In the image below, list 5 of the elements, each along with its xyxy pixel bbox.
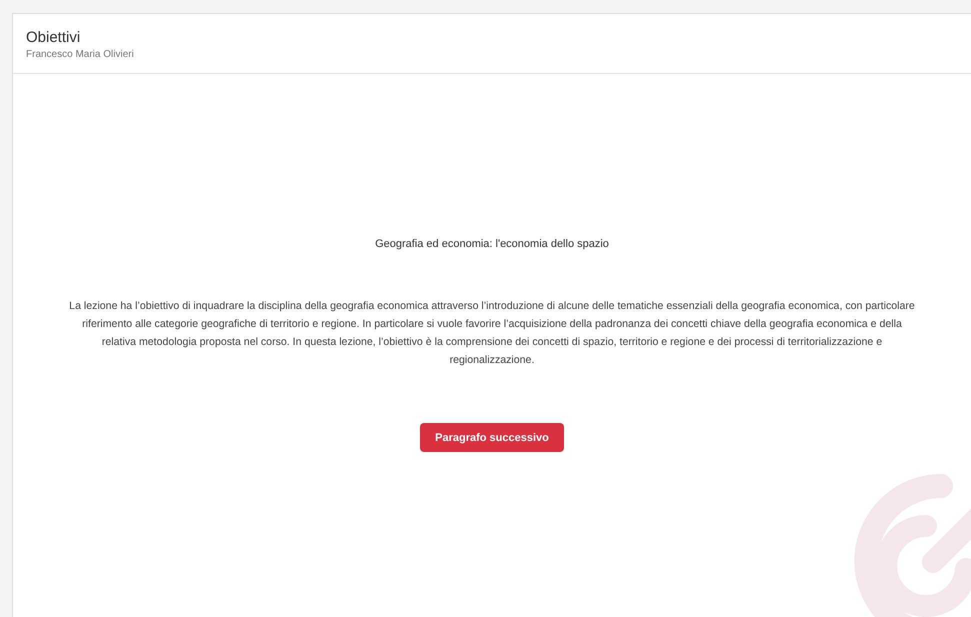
page-title: Obiettivi — [26, 29, 82, 46]
author-name: Francesco Maria Olivieri — [26, 49, 135, 60]
next-paragraph-button[interactable]: Paragrafo successivo — [420, 423, 564, 452]
lesson-description: La lezione ha l’obiettivo di inquadrare la disciplina della geografia economica attraverso l’introduzione di alcune delle tematiche essenziali della geografia economica, con particolare riferimento alle categorie geografiche di territorio e regione. In particolare si vuole favorire l’acquisizione della padronanza dei concetti chiave della geografia economica e della relativa metodologia proposta nel corso. In questa lezione, l’obiettivo è la comprensione dei concetti di spazio, territorio e regione e dei processi di territorializzazione e regionalizzazione. — [68, 299, 916, 368]
lesson-heading: Geografia ed economia: l'economia dello spazio — [375, 238, 609, 250]
